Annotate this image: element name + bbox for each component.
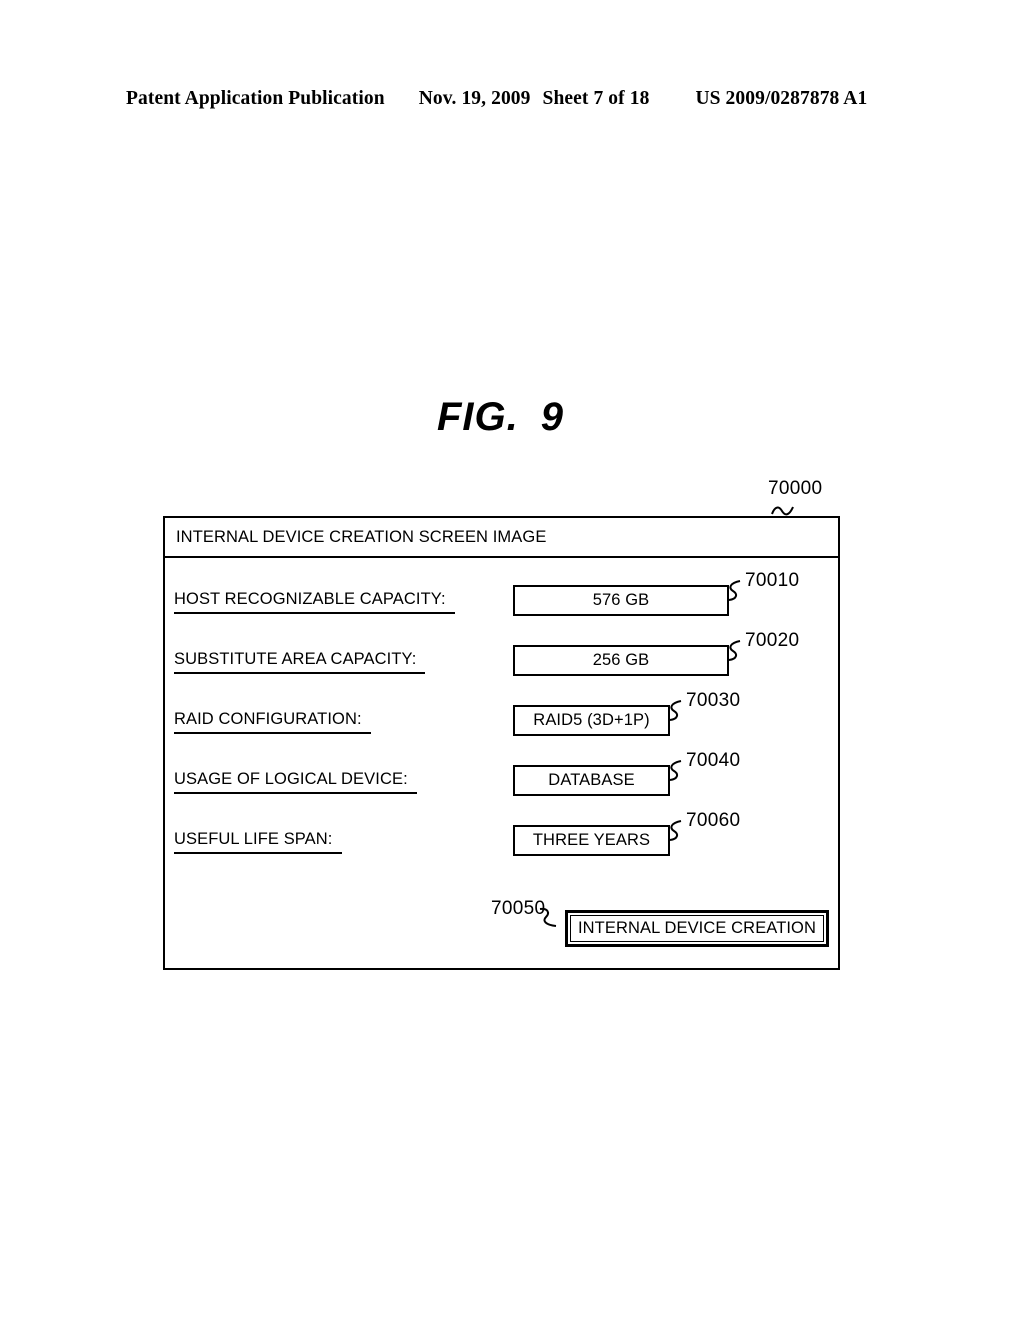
value-host-recognizable-capacity[interactable]: 576 GB (513, 585, 729, 616)
value-substitute-area-capacity[interactable]: 256 GB (513, 645, 729, 676)
ref-callout-70050: 70050 (491, 898, 546, 919)
ref-callout-70000: 70000 (768, 478, 823, 499)
label-useful-life-span: USEFUL LIFE SPAN: (174, 830, 342, 854)
label-host-recognizable-capacity: HOST RECOGNIZABLE CAPACITY: (174, 590, 455, 614)
figure-number: 9 (540, 395, 565, 439)
value-text: 256 GB (592, 651, 650, 669)
ref-callout-70030: 70030 (686, 690, 741, 711)
value-text: 576 GB (592, 591, 650, 609)
label-usage-of-logical-device: USAGE OF LOGICAL DEVICE: (174, 770, 417, 794)
value-usage-of-logical-device[interactable]: DATABASE (513, 765, 670, 796)
label-raid-configuration: RAID CONFIGURATION: (174, 710, 371, 734)
form-row-host-recognizable-capacity: HOST RECOGNIZABLE CAPACITY: 576 GB (165, 585, 838, 617)
label-substitute-area-capacity: SUBSTITUTE AREA CAPACITY: (174, 650, 426, 674)
figure-label: FIG. (437, 395, 519, 439)
ref-callout-70020: 70020 (745, 630, 800, 651)
value-text: THREE YEARS (532, 831, 651, 849)
value-raid-configuration[interactable]: RAID5 (3D+1P) (513, 705, 670, 736)
ref-callout-70060: 70060 (686, 810, 741, 831)
figure-title: FIG. 9 (437, 395, 564, 440)
screen-titlebar: INTERNAL DEVICE CREATION SCREEN IMAGE (165, 518, 838, 558)
sheet-number: Sheet 7 of 18 (542, 88, 650, 109)
form-row-substitute-area-capacity: SUBSTITUTE AREA CAPACITY: 256 GB (165, 645, 838, 677)
screen-title: INTERNAL DEVICE CREATION SCREEN IMAGE (176, 527, 547, 546)
patent-header: Patent Application Publication Nov. 19, … (126, 88, 886, 114)
publication-label: Patent Application Publication (126, 88, 385, 109)
button-label: INTERNAL DEVICE CREATION (577, 919, 817, 937)
patent-number: US 2009/0287878 A1 (695, 88, 868, 109)
ref-callout-70010: 70010 (745, 570, 800, 591)
button-inner-border: INTERNAL DEVICE CREATION (570, 915, 824, 942)
ref-callout-70040: 70040 (686, 750, 741, 771)
patent-figure-page: Patent Application Publication Nov. 19, … (0, 0, 1024, 1320)
value-text: RAID5 (3D+1P) (533, 711, 650, 729)
internal-device-creation-button[interactable]: INTERNAL DEVICE CREATION (565, 910, 829, 947)
value-text: DATABASE (548, 771, 635, 789)
value-useful-life-span[interactable]: THREE YEARS (513, 825, 670, 856)
publication-date: Nov. 19, 2009 (418, 88, 531, 109)
